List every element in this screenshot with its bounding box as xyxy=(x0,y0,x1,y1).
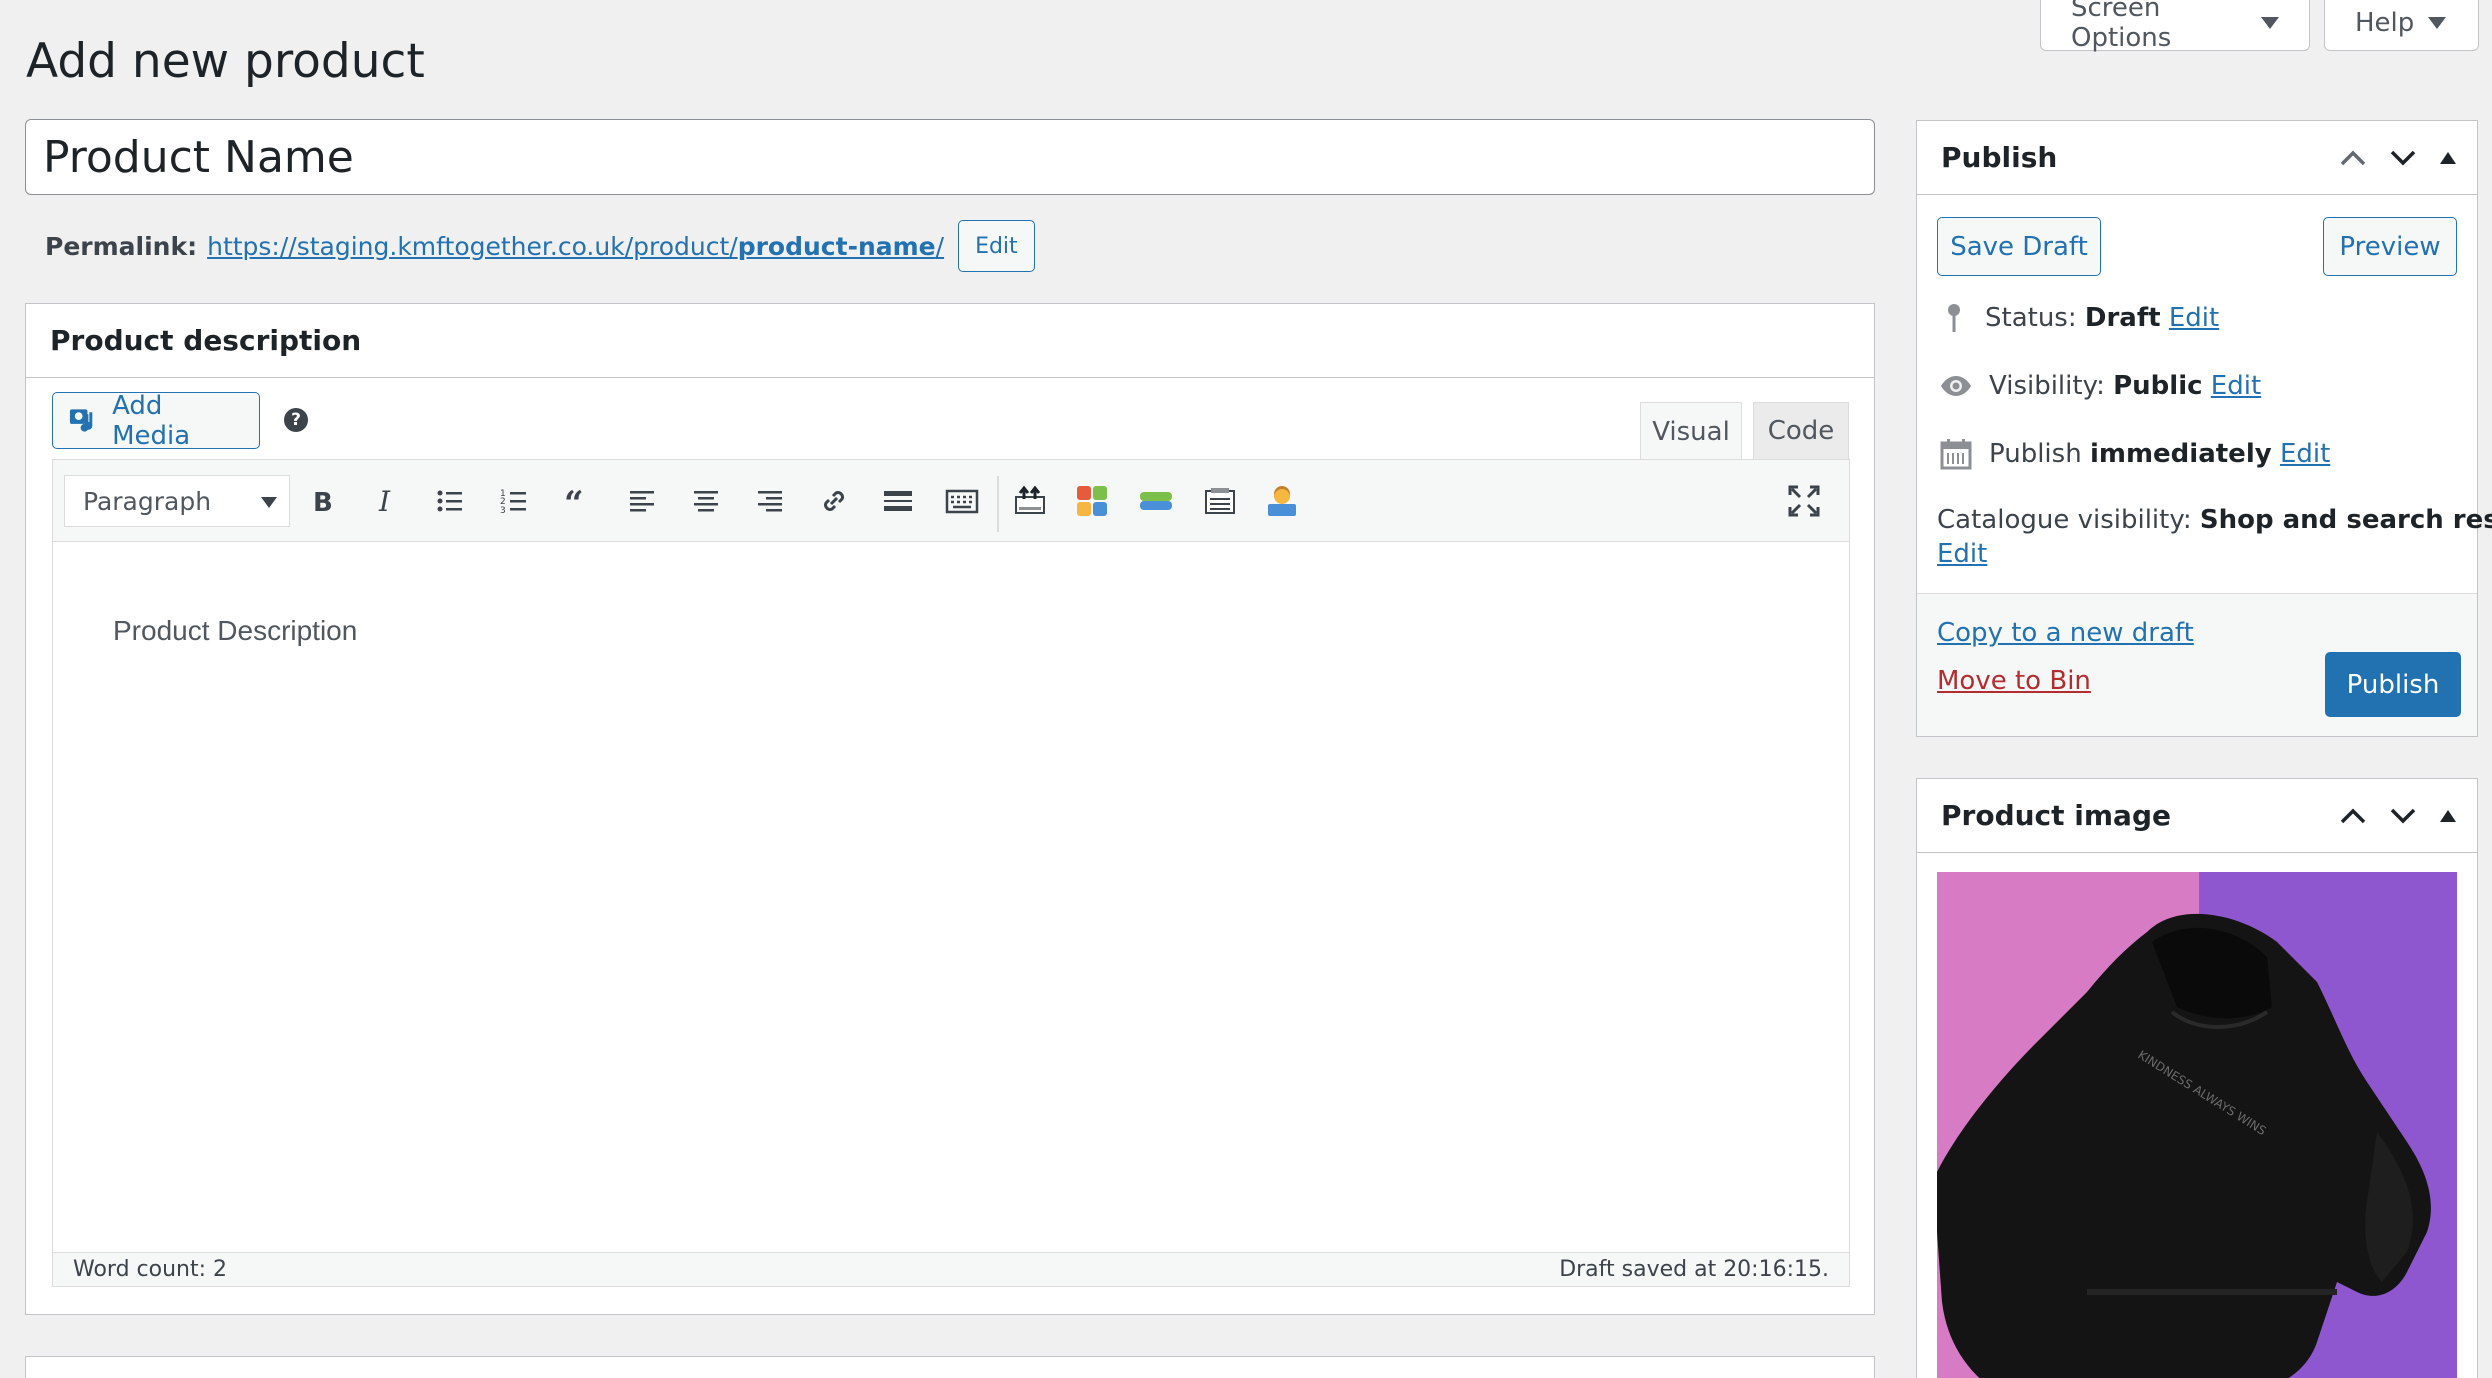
fullscreen-icon[interactable] xyxy=(1785,482,1823,520)
publish-prefix: Publish xyxy=(1989,439,2082,469)
tab-visual[interactable]: Visual xyxy=(1640,402,1742,460)
tab-code[interactable]: Code xyxy=(1753,402,1849,460)
align-left-icon[interactable] xyxy=(623,482,661,520)
help-button[interactable]: Help xyxy=(2324,0,2479,51)
permalink-url-base: https://staging.kmftogether.co.uk/produc… xyxy=(207,231,738,261)
word-count: Word count: 2 xyxy=(73,1257,228,1282)
publish-date-row: Publish immediately Edit xyxy=(1939,437,2330,471)
catalogue-visibility-row: Catalogue visibility: Shop and search re… xyxy=(1937,505,2492,569)
permalink-url-end: / xyxy=(935,231,945,261)
align-center-icon[interactable] xyxy=(687,482,725,520)
content-editor: Paragraph B I 123 “ Product Description … xyxy=(52,459,1850,1287)
add-media-icon xyxy=(69,408,93,432)
permalink-slug: product-name xyxy=(737,231,936,261)
add-media-button[interactable]: Add Media xyxy=(52,390,260,451)
permalink-url[interactable]: https://staging.kmftogether.co.uk/produc… xyxy=(207,232,944,261)
user-profile-icon[interactable] xyxy=(1263,482,1301,520)
calendar-icon xyxy=(1940,439,1972,470)
status-row: Status: Draft Edit xyxy=(1939,301,2219,335)
catalogue-value: Shop and search results xyxy=(2199,505,2492,535)
link-icon[interactable] xyxy=(815,482,853,520)
chevron-down-icon[interactable] xyxy=(2389,806,2417,826)
visibility-row: Visibility: Public Edit xyxy=(1939,369,2261,403)
product-image-heading: Product image xyxy=(1941,799,2171,832)
help-label: Help xyxy=(2355,8,2415,38)
publish-actions: Copy to a new draft Move to Bin Publish xyxy=(1917,593,2477,736)
chevron-up-icon[interactable] xyxy=(2339,806,2367,826)
publish-button[interactable]: Publish xyxy=(2325,652,2461,717)
permalink-label: Permalink: xyxy=(45,231,198,261)
bold-icon[interactable]: B xyxy=(303,482,341,520)
draft-saved-status: Draft saved at 20:16:15. xyxy=(1559,1257,1829,1282)
bulleted-list-icon[interactable] xyxy=(431,482,469,520)
editor-statusbar: Word count: 2 Draft saved at 20:16:15. xyxy=(53,1252,1849,1286)
product-title-value: Product Name xyxy=(43,131,354,183)
read-more-icon[interactable] xyxy=(879,482,917,520)
chevron-down-icon xyxy=(261,497,277,508)
caret-down-icon xyxy=(2428,17,2447,29)
editor-toolbar: Paragraph B I 123 “ xyxy=(53,460,1849,542)
eye-icon xyxy=(1941,376,1971,396)
svg-text:B: B xyxy=(313,488,333,516)
status-label: Status: xyxy=(1985,303,2077,333)
chevron-up-icon[interactable] xyxy=(2339,148,2367,168)
product-title-input[interactable]: Product Name xyxy=(25,119,1875,195)
grid-blocks-icon[interactable] xyxy=(1073,482,1111,520)
collapse-triangle-icon[interactable] xyxy=(2439,808,2457,824)
editor-content[interactable]: Product Description xyxy=(113,615,357,647)
publish-header: Publish xyxy=(1917,121,2477,195)
numbered-list-icon[interactable]: 123 xyxy=(495,482,533,520)
product-description-heading: Product description xyxy=(26,304,1874,378)
product-image-header: Product image xyxy=(1917,779,2477,853)
insert-shortcode-icon[interactable] xyxy=(1011,482,1049,520)
publish-heading: Publish xyxy=(1941,141,2058,174)
screen-options-label: Screen Options xyxy=(2071,0,2172,53)
toolbar-toggle-icon[interactable] xyxy=(943,482,981,520)
product-image-controls xyxy=(2339,806,2457,826)
hoodie-photo: KINDNESS ALWAYS WINS xyxy=(1937,872,2457,1378)
publish-controls xyxy=(2339,148,2457,168)
svg-text:“: “ xyxy=(564,486,584,516)
permalink-row: Permalink: https://staging.kmftogether.c… xyxy=(45,220,1035,272)
chevron-down-icon[interactable] xyxy=(2389,148,2417,168)
caret-down-icon xyxy=(2261,17,2279,29)
catalogue-label: Catalogue visibility: xyxy=(1937,505,2192,535)
visibility-label: Visibility: xyxy=(1989,371,2105,401)
move-to-bin-link[interactable]: Move to Bin xyxy=(1937,666,2091,696)
status-edit-link[interactable]: Edit xyxy=(2169,303,2219,333)
product-image-box: Product image KINDNESS ALWAYS WINS xyxy=(1916,778,2478,1378)
collapse-triangle-icon[interactable] xyxy=(2439,150,2457,166)
format-select-value: Paragraph xyxy=(83,486,212,516)
format-select[interactable]: Paragraph xyxy=(64,475,290,527)
publish-box: Publish Save Draft Preview Status: Draft… xyxy=(1916,120,2492,737)
add-media-label: Add Media xyxy=(112,390,191,451)
permalink-edit-button[interactable]: Edit xyxy=(958,220,1035,272)
status-value: Draft xyxy=(2084,303,2161,333)
align-right-icon[interactable] xyxy=(751,482,789,520)
save-draft-button[interactable]: Save Draft xyxy=(1937,217,2101,276)
product-image[interactable]: KINDNESS ALWAYS WINS xyxy=(1937,872,2457,1378)
help-question-icon[interactable]: ? xyxy=(284,408,308,432)
page-title: Add new product xyxy=(26,34,425,89)
visibility-value: Public xyxy=(2113,371,2203,401)
toolbar-separator xyxy=(997,476,999,532)
blockquote-icon[interactable]: “ xyxy=(559,482,597,520)
form-icon[interactable] xyxy=(1201,482,1239,520)
svg-text:3: 3 xyxy=(500,506,506,516)
svg-text:I: I xyxy=(378,486,391,516)
layers-icon[interactable] xyxy=(1137,482,1175,520)
publish-date-edit-link[interactable]: Edit xyxy=(2280,439,2330,469)
italic-icon[interactable]: I xyxy=(367,482,405,520)
visibility-edit-link[interactable]: Edit xyxy=(2211,371,2261,401)
preview-button[interactable]: Preview xyxy=(2323,217,2457,276)
copy-to-draft-link[interactable]: Copy to a new draft xyxy=(1937,618,2194,648)
pin-icon xyxy=(1948,304,1960,332)
publish-timing: immediately xyxy=(2089,439,2272,469)
screen-options-button[interactable]: Screen Options xyxy=(2040,0,2310,53)
next-postbox xyxy=(25,1356,1875,1378)
catalogue-edit-link[interactable]: Edit xyxy=(1937,539,1987,569)
